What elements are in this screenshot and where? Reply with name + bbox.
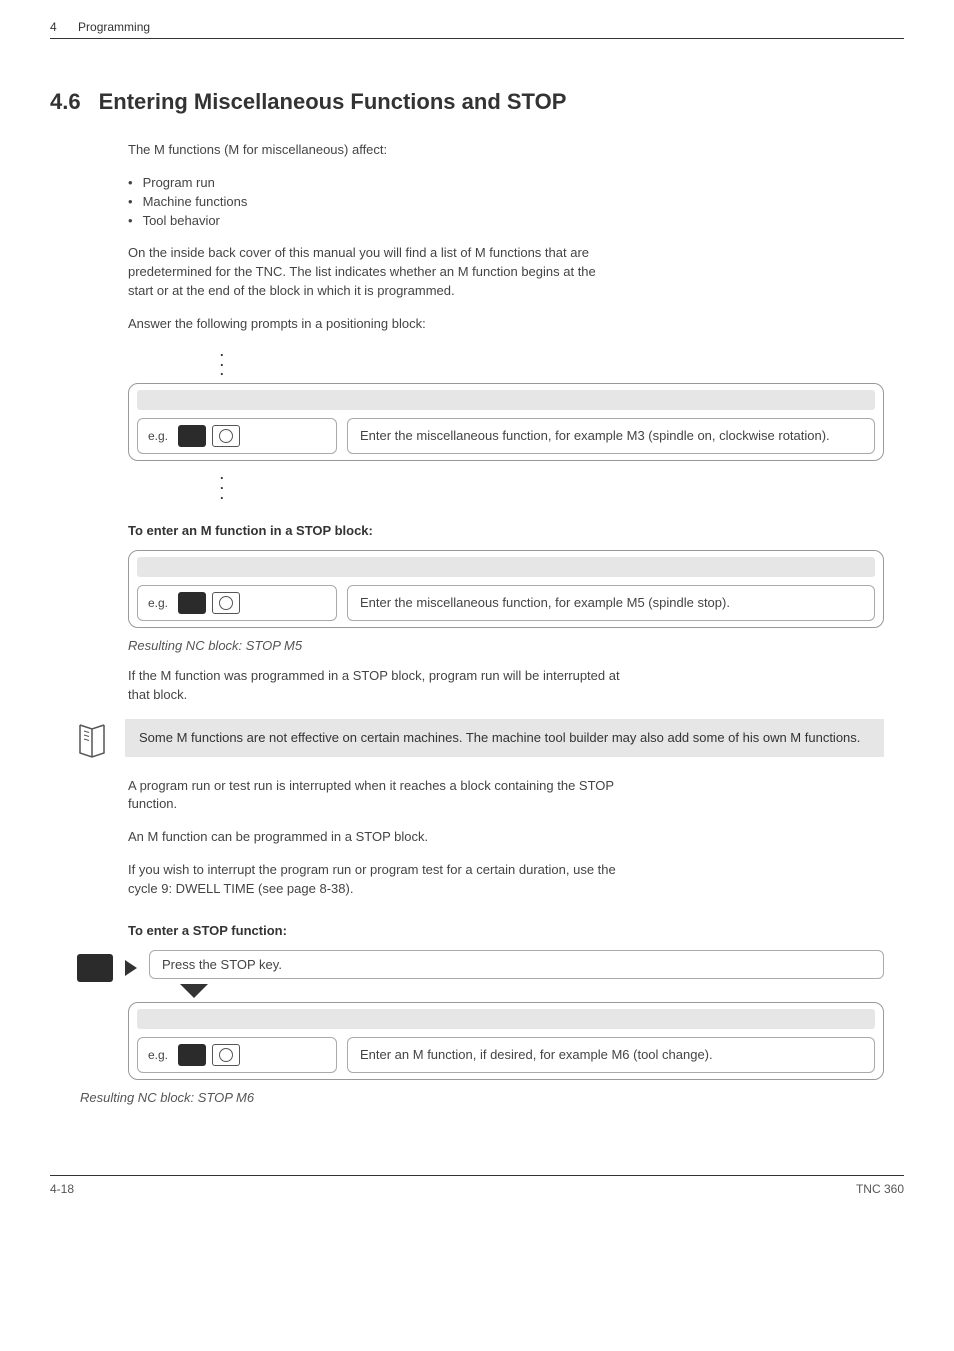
para-3: If you wish to interrupt the program run… [128, 861, 628, 899]
para-2: An M function can be programmed in a STO… [128, 828, 884, 847]
stop-key-icon [77, 954, 113, 982]
list-item: Tool behavior [128, 212, 884, 231]
ellipsis-dots: ... [220, 348, 904, 375]
subheading-stop-func: To enter a STOP function: [128, 923, 904, 938]
arrow-right-icon [125, 960, 137, 976]
prompt-description: Enter an M function, if desired, for exa… [347, 1037, 875, 1073]
dialog-bar [137, 390, 875, 410]
footer-page-number: 4-18 [50, 1182, 74, 1196]
chapter-title: Programming [78, 20, 150, 34]
stop-press-text: Press the STOP key. [149, 950, 884, 979]
intro-para-2: Answer the following prompts in a positi… [128, 315, 884, 334]
resulting-block-2: Resulting NC block: STOP M6 [80, 1090, 904, 1105]
section-title-text: Entering Miscellaneous Functions and STO… [99, 89, 567, 115]
chapter-number: 4 [50, 20, 57, 34]
prompt-description: Enter the miscellaneous function, for ex… [347, 585, 875, 621]
dialog-bar [137, 557, 875, 577]
info-text: Some M functions are not effective on ce… [125, 719, 884, 758]
dialog-bar [137, 1009, 875, 1029]
section-heading: 4.6 Entering Miscellaneous Functions and… [50, 89, 904, 115]
key-sequence: e.g. [137, 1037, 337, 1073]
prompt-description: Enter the miscellaneous function, for ex… [347, 418, 875, 454]
numeric-key-icon [178, 592, 206, 614]
info-callout: Some M functions are not effective on ce… [77, 719, 884, 759]
subheading-stop-block: To enter an M function in a STOP block: [128, 523, 904, 538]
enter-key-icon [212, 592, 240, 614]
prompt-box-2: e.g. Enter the miscellaneous function, f… [128, 550, 884, 628]
para-1: A program run or test run is interrupted… [128, 777, 648, 815]
page-header: 4 Programming [50, 20, 904, 39]
manual-icon [77, 723, 107, 759]
page-footer: 4-18 TNC 360 [50, 1175, 904, 1196]
eg-label: e.g. [148, 429, 168, 443]
ellipsis-dots: ... [220, 471, 904, 498]
numeric-key-icon [178, 1044, 206, 1066]
down-arrow-wrap [180, 984, 904, 998]
numeric-key-icon [178, 425, 206, 447]
list-item: Machine functions [128, 193, 884, 212]
intro-lead: The M functions (M for miscellaneous) af… [128, 141, 884, 160]
eg-label: e.g. [148, 596, 168, 610]
enter-key-icon [212, 425, 240, 447]
key-sequence: e.g. [137, 585, 337, 621]
resulting-block-1: Resulting NC block: STOP M5 [128, 638, 904, 653]
list-item: Program run [128, 174, 884, 193]
footer-model: TNC 360 [856, 1182, 904, 1196]
after-stop-para: If the M function was programmed in a ST… [128, 667, 628, 705]
intro-bullets: Program run Machine functions Tool behav… [128, 174, 884, 231]
stop-key-row: Press the STOP key. [77, 950, 884, 982]
prompt-box-3: e.g. Enter an M function, if desired, fo… [128, 1002, 884, 1080]
prompt-box-1: e.g. Enter the miscellaneous function, f… [128, 383, 884, 461]
intro-para-1: On the inside back cover of this manual … [128, 244, 618, 301]
section-number: 4.6 [50, 89, 81, 115]
eg-label: e.g. [148, 1048, 168, 1062]
arrow-down-icon [180, 984, 208, 998]
key-sequence: e.g. [137, 418, 337, 454]
enter-key-icon [212, 1044, 240, 1066]
